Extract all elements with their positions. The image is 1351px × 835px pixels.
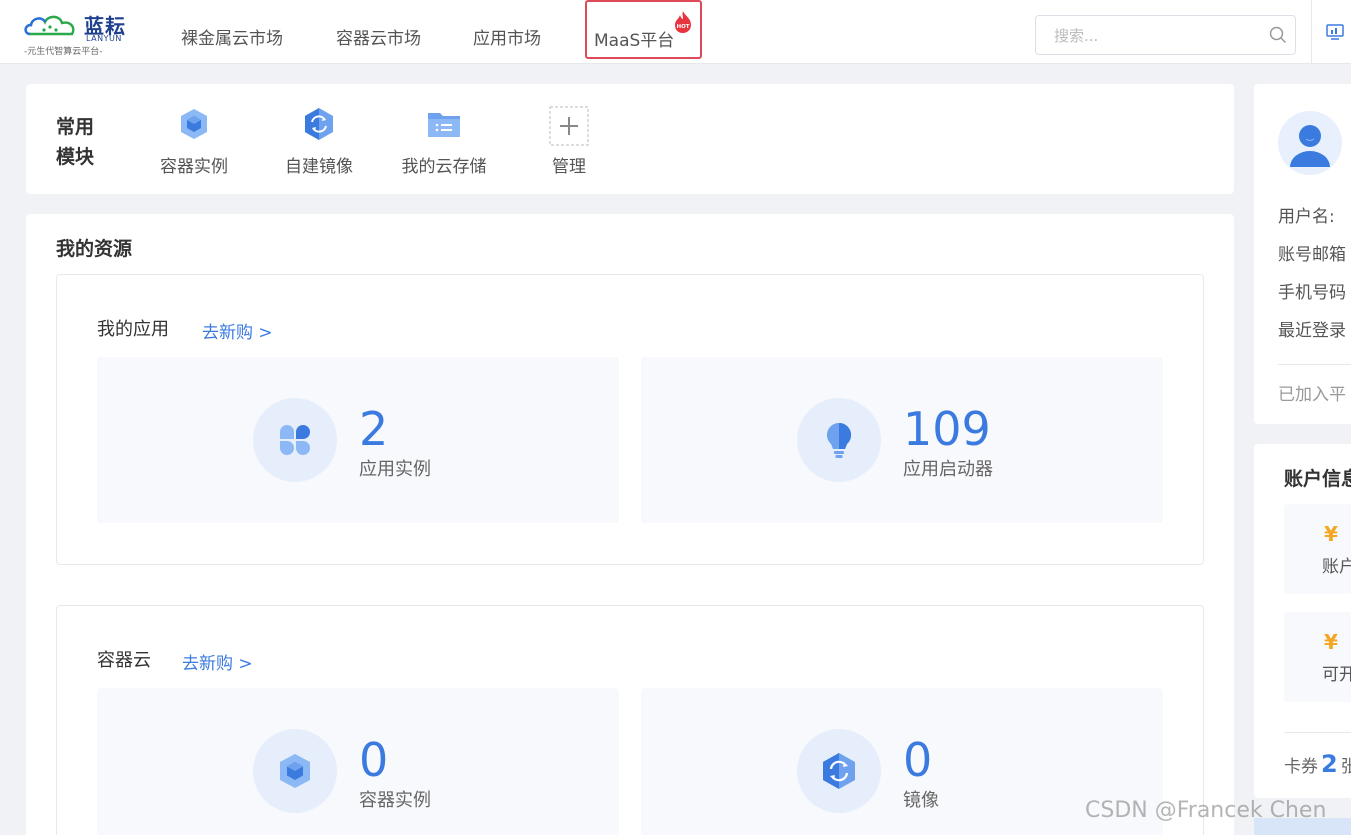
quick-cloud-storage[interactable]: 我的云存储 bbox=[399, 106, 489, 177]
container-cloud-title: 容器云 bbox=[97, 650, 151, 671]
nav-maas-label: MaaS平台 bbox=[594, 31, 675, 51]
lightbulb-icon bbox=[826, 422, 852, 458]
logo-english: LANYUN bbox=[86, 34, 122, 43]
apps-buy-link[interactable]: 去新购 > bbox=[202, 318, 273, 343]
cloud-logo-icon bbox=[24, 15, 75, 36]
cube-icon bbox=[280, 754, 310, 788]
coupon-prefix: 卡券 bbox=[1284, 757, 1318, 777]
quick-modules-title: 常用模块 bbox=[56, 116, 95, 168]
app-instance-card[interactable]: 2 应用实例 bbox=[97, 357, 619, 523]
username-field: 用户名: bbox=[1278, 207, 1335, 227]
monitor-icon[interactable] bbox=[1326, 24, 1344, 40]
divider bbox=[1284, 732, 1351, 733]
quick-manage[interactable]: 管理 bbox=[524, 106, 614, 177]
plus-icon bbox=[549, 106, 589, 146]
hot-label: HOT bbox=[676, 24, 689, 30]
app-instance-label: 应用实例 bbox=[359, 459, 431, 480]
nav-app-market[interactable]: 应用市场 bbox=[473, 24, 541, 49]
icon-circle bbox=[253, 729, 337, 813]
lanyun-logo[interactable]: 蓝耘 LANYUN -元生代智算云平台- bbox=[24, 10, 130, 58]
container-buy-link[interactable]: 去新购 > bbox=[182, 649, 253, 674]
icon-circle bbox=[797, 729, 881, 813]
icon-circle bbox=[797, 398, 881, 482]
account-info-panel: 账户信息 ¥ 账户 ¥ 可开 卡券 2 张 bbox=[1254, 444, 1351, 798]
image-count: 0 bbox=[903, 733, 933, 787]
divider bbox=[1278, 364, 1351, 365]
nav-divider bbox=[1311, 0, 1312, 64]
coupon-suffix: 张 bbox=[1340, 757, 1351, 777]
image-icon bbox=[305, 108, 333, 140]
my-resources-panel: 我的资源 我的应用 去新购 > 2 应用实例 109 应用启动器 容器云 去新购… bbox=[26, 214, 1234, 835]
my-apps-title: 我的应用 bbox=[97, 319, 169, 340]
cube-icon bbox=[181, 109, 207, 139]
app-launcher-label: 应用启动器 bbox=[903, 459, 993, 480]
avatar[interactable] bbox=[1278, 111, 1342, 175]
container-instance-card[interactable]: 0 容器实例 bbox=[97, 688, 619, 835]
user-avatar-icon bbox=[1290, 125, 1330, 167]
last-login-field: 最近登录 bbox=[1278, 321, 1346, 341]
email-field: 账号邮箱 bbox=[1278, 245, 1346, 265]
nav-bare-metal-market[interactable]: 裸金属云市场 bbox=[181, 24, 283, 49]
my-resources-title: 我的资源 bbox=[56, 238, 133, 260]
account-balance-card[interactable]: ¥ 账户 bbox=[1284, 504, 1351, 594]
container-cloud-section: 容器云 去新购 > 0 容器实例 0 镜像 bbox=[56, 605, 1204, 835]
search-icon[interactable] bbox=[1269, 26, 1287, 44]
quick-modules-panel: 常用模块 容器实例 自建镜像 我的云存储 管理 bbox=[26, 84, 1234, 194]
search-input[interactable] bbox=[1054, 26, 1264, 46]
quick-item-label: 容器实例 bbox=[160, 157, 228, 177]
nav-container-market[interactable]: 容器云市场 bbox=[336, 24, 421, 49]
app-instance-count: 2 bbox=[359, 402, 389, 456]
image-label: 镜像 bbox=[903, 790, 939, 811]
search-box bbox=[1035, 15, 1296, 55]
watermark: CSDN @Francek Chen bbox=[1085, 798, 1327, 823]
container-instance-count: 0 bbox=[359, 733, 389, 787]
coupon-summary[interactable]: 卡券 2 张 bbox=[1284, 750, 1351, 778]
account-info-title: 账户信息 bbox=[1284, 468, 1351, 490]
my-apps-section: 我的应用 去新购 > 2 应用实例 109 应用启动器 bbox=[56, 274, 1204, 565]
quick-item-label: 管理 bbox=[552, 157, 586, 177]
image-icon bbox=[823, 753, 855, 789]
icon-circle bbox=[253, 398, 337, 482]
invoice-label: 可开 bbox=[1322, 665, 1351, 685]
container-instance-label: 容器实例 bbox=[359, 790, 431, 811]
coupon-count: 2 bbox=[1321, 750, 1338, 778]
quick-custom-image[interactable]: 自建镜像 bbox=[274, 106, 364, 177]
hot-flame-icon: HOT bbox=[675, 11, 691, 33]
joined-platform-text: 已加入平 bbox=[1278, 385, 1346, 405]
invoice-card[interactable]: ¥ 可开 bbox=[1284, 612, 1351, 702]
account-balance-label: 账户 bbox=[1322, 557, 1351, 577]
top-navbar: 蓝耘 LANYUN -元生代智算云平台- 裸金属云市场 容器云市场 应用市场 M… bbox=[0, 0, 1351, 64]
folder-icon bbox=[428, 113, 460, 137]
clover-icon bbox=[280, 425, 310, 455]
nav-maas-platform[interactable]: MaaS平台 HOT bbox=[585, 0, 702, 59]
yen-icon: ¥ bbox=[1324, 522, 1338, 546]
quick-container-instance[interactable]: 容器实例 bbox=[149, 106, 239, 177]
user-info-panel: 用户名: 账号邮箱 手机号码 最近登录 已加入平 bbox=[1254, 84, 1351, 424]
quick-item-label: 我的云存储 bbox=[401, 157, 487, 177]
quick-item-label: 自建镜像 bbox=[285, 157, 353, 177]
logo-subtitle: -元生代智算云平台- bbox=[24, 47, 103, 57]
yen-icon: ¥ bbox=[1324, 630, 1338, 654]
app-launcher-card[interactable]: 109 应用启动器 bbox=[641, 357, 1163, 523]
app-launcher-count: 109 bbox=[903, 402, 991, 456]
phone-field: 手机号码 bbox=[1278, 283, 1346, 303]
